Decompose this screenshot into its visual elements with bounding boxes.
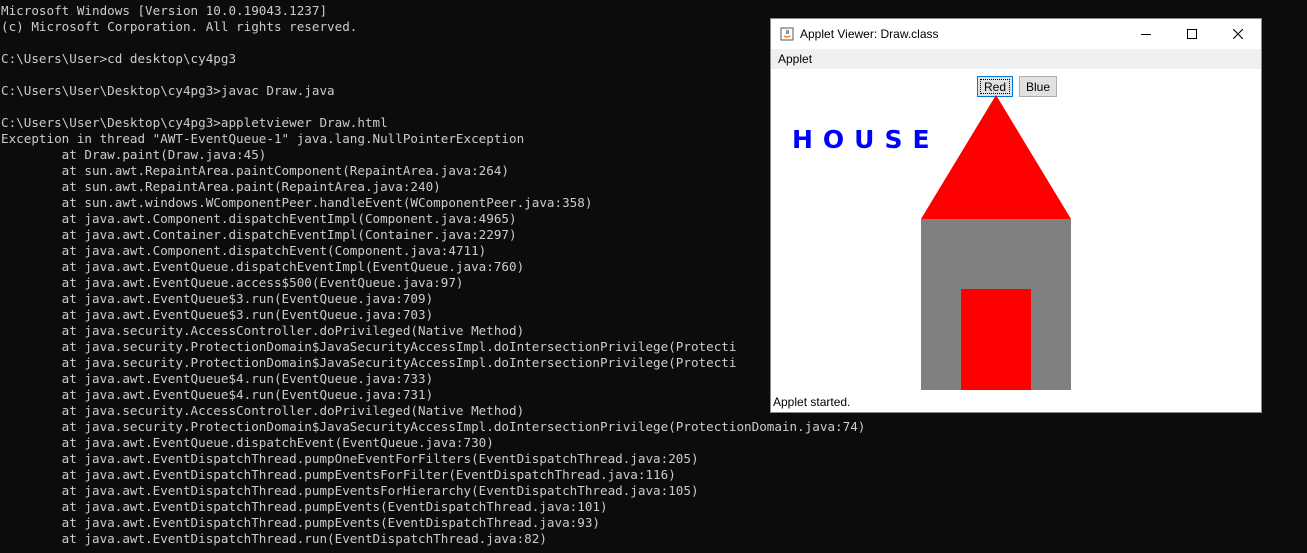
- console-line: at java.security.AccessController.doPriv…: [1, 403, 525, 418]
- menubar: Applet: [771, 49, 1261, 69]
- status-bar: Applet started.: [771, 391, 1261, 412]
- console-line: at java.awt.EventQueue$3.run(EventQueue.…: [1, 291, 434, 306]
- window-titlebar[interactable]: Applet Viewer: Draw.class: [771, 19, 1261, 49]
- console-line: at sun.awt.RepaintArea.paint(RepaintArea…: [1, 179, 441, 194]
- console-line: at java.awt.EventDispatchThread.pumpEven…: [1, 483, 699, 498]
- console-line: at java.awt.EventQueue.dispatchEvent(Eve…: [1, 435, 494, 450]
- status-text: Applet started.: [773, 395, 851, 409]
- console-line: at java.awt.EventDispatchThread.pumpOneE…: [1, 451, 699, 466]
- console-line: at java.security.AccessController.doPriv…: [1, 323, 525, 338]
- house-roof: [921, 95, 1071, 219]
- console-line: at java.awt.Component.dispatchEvent(Comp…: [1, 243, 487, 258]
- console-line: Exception in thread "AWT-EventQueue-1" j…: [1, 131, 525, 146]
- console-line: C:\Users\User>cd desktop\cy4pg3: [1, 51, 237, 66]
- console-line: C:\Users\User\Desktop\cy4pg3>javac Draw.…: [1, 83, 335, 98]
- console-line: at java.awt.EventDispatchThread.pumpEven…: [1, 467, 676, 482]
- console-line: at java.awt.Component.dispatchEventImpl(…: [1, 211, 517, 226]
- close-icon: [1233, 29, 1243, 39]
- console-line: at java.awt.EventDispatchThread.pumpEven…: [1, 499, 608, 514]
- console-line: at java.awt.EventQueue.dispatchEventImpl…: [1, 259, 525, 274]
- console-line: at java.awt.EventDispatchThread.run(Even…: [1, 531, 547, 546]
- house-door: [961, 289, 1031, 390]
- blue-button[interactable]: Blue: [1019, 76, 1057, 97]
- console-output: Microsoft Windows [Version 10.0.19043.12…: [0, 3, 865, 547]
- console-line: at java.security.ProtectionDomain$JavaSe…: [1, 419, 866, 434]
- console-line: at sun.awt.RepaintArea.paintComponent(Re…: [1, 163, 509, 178]
- console-line: (c) Microsoft Corporation. All rights re…: [1, 19, 358, 34]
- console-line: C:\Users\User\Desktop\cy4pg3>appletviewe…: [1, 115, 388, 130]
- console-line: at java.awt.EventDispatchThread.pumpEven…: [1, 515, 600, 530]
- java-icon: [780, 27, 794, 41]
- console-line: Microsoft Windows [Version 10.0.19043.12…: [1, 3, 328, 18]
- console-line: at java.awt.EventQueue$3.run(EventQueue.…: [1, 307, 434, 322]
- console-line: at java.security.ProtectionDomain$JavaSe…: [1, 355, 737, 370]
- maximize-icon: [1187, 29, 1197, 39]
- console-line: at java.awt.Container.dispatchEventImpl(…: [1, 227, 517, 242]
- console-line: at java.awt.EventQueue.access$500(EventQ…: [1, 275, 464, 290]
- console-line: at java.awt.EventQueue$4.run(EventQueue.…: [1, 387, 434, 402]
- console-line: at java.security.ProtectionDomain$JavaSe…: [1, 339, 737, 354]
- minimize-icon: [1141, 34, 1151, 35]
- window-title: Applet Viewer: Draw.class: [800, 27, 939, 41]
- menu-applet[interactable]: Applet: [778, 52, 812, 66]
- house-label: HOUSE: [792, 125, 940, 154]
- console-line: at java.awt.EventQueue$4.run(EventQueue.…: [1, 371, 434, 386]
- minimize-button[interactable]: [1123, 19, 1169, 49]
- applet-canvas: Red Blue HOUSE: [771, 69, 1261, 391]
- console-line: at Draw.paint(Draw.java:45): [1, 147, 267, 162]
- applet-viewer-window[interactable]: Applet Viewer: Draw.class Applet Red Blu…: [770, 18, 1262, 413]
- red-button[interactable]: Red: [977, 76, 1013, 97]
- maximize-button[interactable]: [1169, 19, 1215, 49]
- close-button[interactable]: [1215, 19, 1261, 49]
- console-line: at sun.awt.windows.WComponentPeer.handle…: [1, 195, 593, 210]
